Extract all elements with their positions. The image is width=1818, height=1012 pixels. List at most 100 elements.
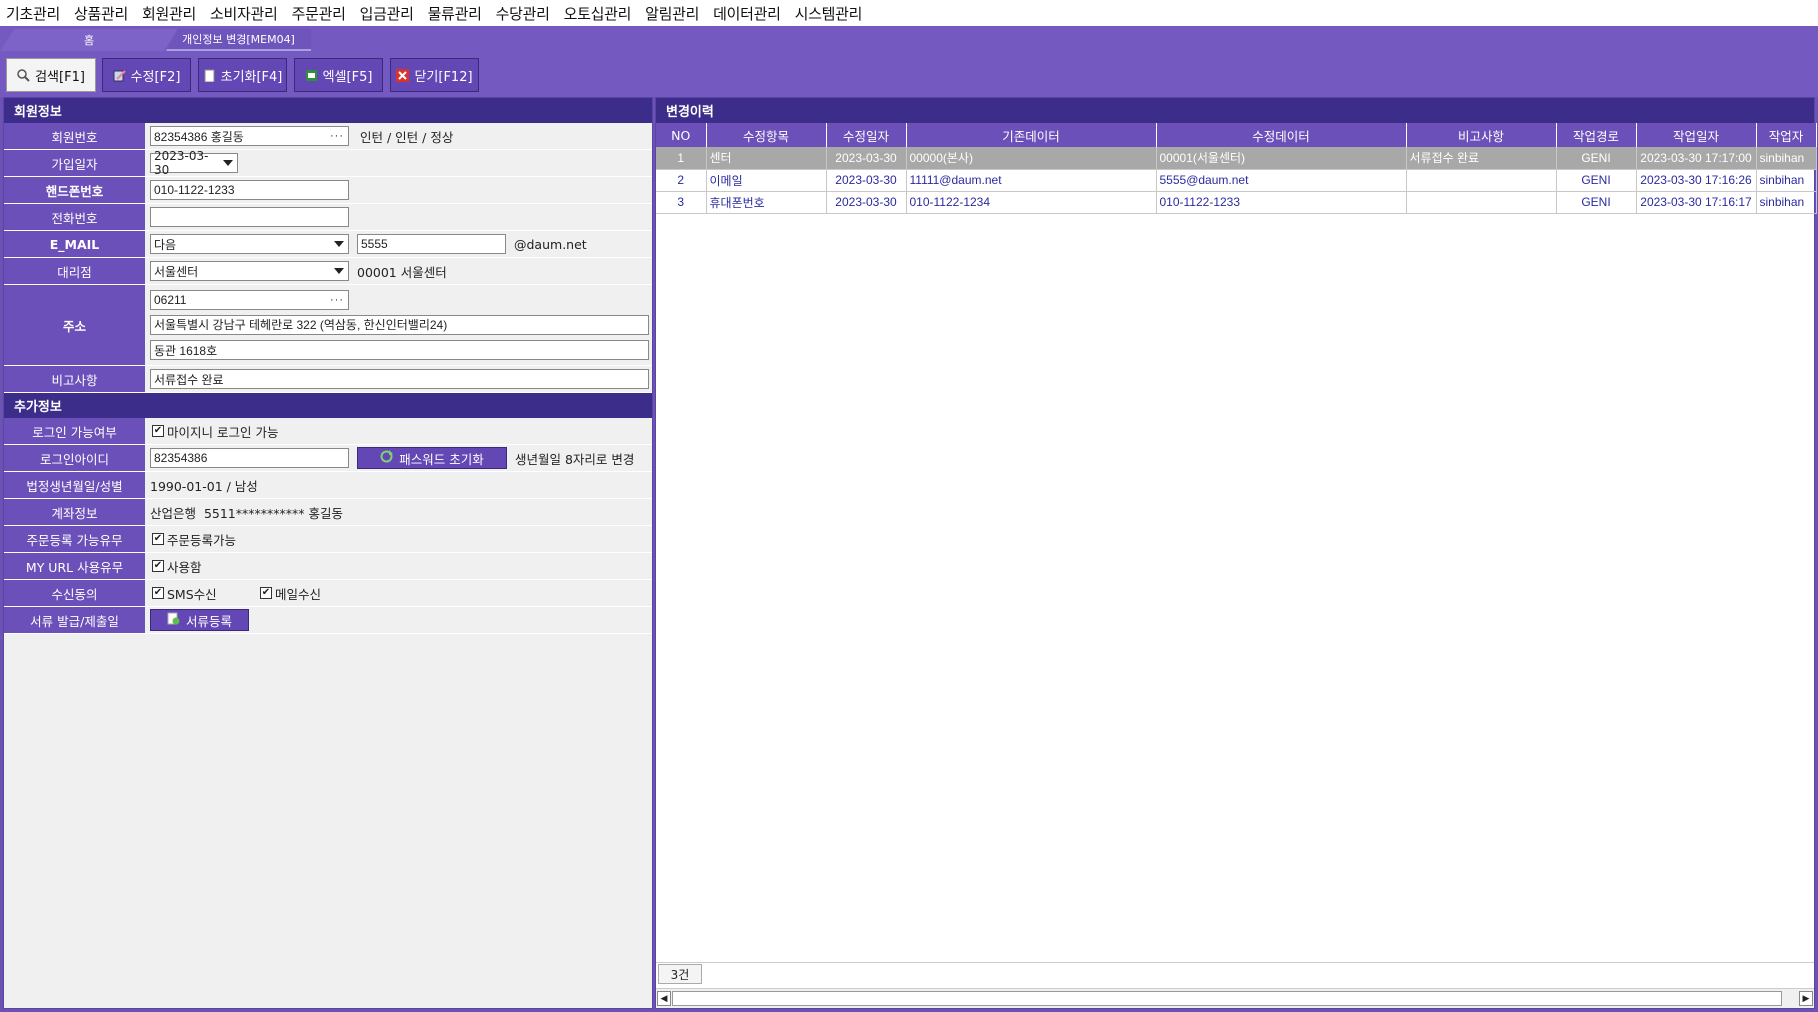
cell-work-date: 2023-03-30 17:17:00 [1636, 147, 1757, 170]
docs-register-button[interactable]: 서류등록 [150, 609, 249, 631]
cell-edit-date: 2023-03-30 [826, 191, 907, 214]
label-my-url: MY URL 사용유무 [4, 553, 145, 579]
row-remarks: 비고사항 서류접수 완료 [4, 366, 652, 393]
check-icon: ✔ [152, 533, 164, 545]
edit-button[interactable]: 수정[F2] [102, 58, 191, 92]
col-new-data[interactable]: 수정데이터 [1156, 123, 1407, 147]
password-reset-note: 생년월일 8자리로 변경 [515, 451, 635, 467]
email-suffix: @daum.net [514, 236, 587, 252]
cell-new-data: 00001(서울센터) [1156, 147, 1407, 170]
cell-item: 이메일 [706, 169, 827, 192]
col-edit-date[interactable]: 수정일자 [826, 123, 907, 147]
row-join-date: 가입일자 2023-03-30 [4, 149, 652, 177]
row-account: 계좌정보 산업은행 5511*********** 홍길동 [4, 499, 652, 526]
join-date-picker[interactable]: 2023-03-30 [150, 149, 238, 177]
login-id-input[interactable]: 82354386 [150, 448, 349, 468]
my-url-checkbox[interactable]: ✔ 사용함 [152, 557, 202, 576]
scroll-thumb[interactable] [672, 991, 1782, 1006]
table-row[interactable]: 1 센터 2023-03-30 00000(본사) 00001(서울센터) 서류… [656, 147, 1817, 170]
cell-work-path: GENI [1556, 191, 1637, 214]
toolbar: 검색[F1] 수정[F2] 초기화[F4] 엑셀[F5] 닫기[F12] [0, 51, 1818, 97]
col-worker[interactable]: 작업자 [1756, 123, 1817, 147]
table-row[interactable]: 2 이메일 2023-03-30 11111@daum.net 5555@dau… [656, 169, 1817, 192]
login-allowed-checkbox[interactable]: ✔ 마이지니 로그인 가능 [152, 422, 278, 441]
cell-work-path: GENI [1556, 169, 1637, 192]
cell-edit-date: 2023-03-30 [826, 169, 907, 192]
mobile-input[interactable]: 010-1122-1233 [150, 180, 349, 200]
col-no[interactable]: NO [656, 123, 707, 147]
row-email: E_MAIL 다음 5555 @daum.net [4, 231, 652, 258]
check-icon: ✔ [152, 560, 164, 572]
col-old-data[interactable]: 기존데이터 [906, 123, 1157, 147]
order-reg-checkbox[interactable]: ✔ 주문등록가능 [152, 530, 236, 549]
tab-personal-info-edit[interactable]: 개인정보 변경[MEM04] [166, 29, 311, 51]
address2-input[interactable]: 동관 1618호 [150, 340, 649, 361]
history-header-row: NO 수정항목 수정일자 기존데이터 수정데이터 비고사항 작업경로 작업일자 … [656, 123, 1817, 147]
row-order-reg: 주문등록 가능유무 ✔ 주문등록가능 [4, 526, 652, 553]
menu-deposit[interactable]: 입금관리 [360, 3, 414, 24]
document-icon [203, 69, 216, 82]
agency-code: 00001 서울센터 [357, 264, 447, 280]
tab-home[interactable]: 홈 [0, 29, 178, 51]
check-icon: ✔ [152, 425, 164, 437]
reset-button[interactable]: 초기화[F4] [198, 58, 287, 92]
cell-new-data: 5555@daum.net [1156, 169, 1407, 192]
label-phone: 전화번호 [4, 204, 145, 230]
email-domain-select[interactable]: 다음 [150, 234, 349, 254]
address1-input[interactable]: 서울특별시 강남구 테헤란로 322 (역삼동, 한신인터밸리24) [150, 314, 649, 335]
label-member-no: 회원번호 [4, 123, 145, 149]
menu-consumer[interactable]: 소비자관리 [210, 3, 278, 24]
more-icon[interactable]: ··· [330, 294, 348, 306]
menu-basic[interactable]: 기초관리 [6, 3, 60, 24]
scroll-right-icon[interactable]: ▶ [1799, 991, 1813, 1006]
cell-remarks [1406, 169, 1557, 192]
col-work-path[interactable]: 작업경로 [1556, 123, 1637, 147]
menu-system[interactable]: 시스템관리 [795, 3, 863, 24]
row-login-id: 로그인아이디 82354386 패스워드 초기화 생년월일 8자리로 변경 [4, 445, 652, 472]
email-id-input[interactable]: 5555 [357, 234, 506, 254]
menu-autoship[interactable]: 오토십관리 [564, 3, 632, 24]
col-item[interactable]: 수정항목 [706, 123, 827, 147]
search-button[interactable]: 검색[F1] [6, 58, 96, 92]
row-address: 주소 06211 ··· 서울특별시 강남구 테헤란로 322 (역삼동, 한신인… [4, 285, 652, 366]
history-grid: NO 수정항목 수정일자 기존데이터 수정데이터 비고사항 작업경로 작업일자 … [656, 123, 1817, 214]
label-consent: 수신동의 [4, 580, 145, 606]
remarks-input[interactable]: 서류접수 완료 [150, 369, 649, 389]
password-reset-button[interactable]: 패스워드 초기화 [357, 447, 507, 469]
horizontal-scrollbar[interactable]: ◀ ▶ [656, 988, 1814, 1008]
menu-bar: 기초관리 상품관리 회원관리 소비자관리 주문관리 입금관리 물류관리 수당관리… [0, 0, 1818, 26]
col-work-date[interactable]: 작업일자 [1636, 123, 1757, 147]
zip-input[interactable]: 06211 ··· [150, 289, 349, 310]
agency-select[interactable]: 서울센터 [150, 261, 349, 281]
cell-worker: sinbihan [1756, 147, 1817, 170]
menu-product[interactable]: 상품관리 [74, 3, 128, 24]
menu-allowance[interactable]: 수당관리 [496, 3, 550, 24]
cell-old-data: 010-1122-1234 [906, 191, 1157, 214]
menu-logistics[interactable]: 물류관리 [428, 3, 482, 24]
close-button[interactable]: 닫기[F12] [390, 58, 479, 92]
member-status: 인턴 / 인턴 / 정상 [360, 129, 454, 145]
label-account: 계좌정보 [4, 499, 145, 525]
birth-gender-value: 1990-01-01 / 남성 [150, 478, 258, 494]
more-icon[interactable]: ··· [330, 130, 348, 142]
label-order-reg: 주문등록 가능유무 [4, 526, 145, 552]
scroll-left-icon[interactable]: ◀ [657, 991, 671, 1006]
menu-member[interactable]: 회원관리 [142, 3, 196, 24]
excel-button[interactable]: 엑셀[F5] [294, 58, 383, 92]
col-remarks[interactable]: 비고사항 [1406, 123, 1557, 147]
chevron-down-icon [334, 241, 344, 247]
table-row[interactable]: 3 휴대폰번호 2023-03-30 010-1122-1234 010-112… [656, 191, 1817, 214]
phone-input[interactable] [150, 207, 349, 227]
cell-item: 센터 [706, 147, 827, 170]
menu-notification[interactable]: 알림관리 [645, 3, 699, 24]
menu-data[interactable]: 데이터관리 [713, 3, 781, 24]
cell-new-data: 010-1122-1233 [1156, 191, 1407, 214]
cell-worker: sinbihan [1756, 169, 1817, 192]
member-no-input[interactable]: 82354386 홍길동 ··· [150, 126, 349, 146]
mail-consent-checkbox[interactable]: ✔ 메일수신 [260, 584, 321, 603]
cell-no: 3 [656, 191, 707, 214]
cell-no: 2 [656, 169, 707, 192]
check-icon: ✔ [152, 587, 164, 599]
menu-order[interactable]: 주문관리 [292, 3, 346, 24]
sms-consent-checkbox[interactable]: ✔ SMS수신 [152, 584, 252, 603]
